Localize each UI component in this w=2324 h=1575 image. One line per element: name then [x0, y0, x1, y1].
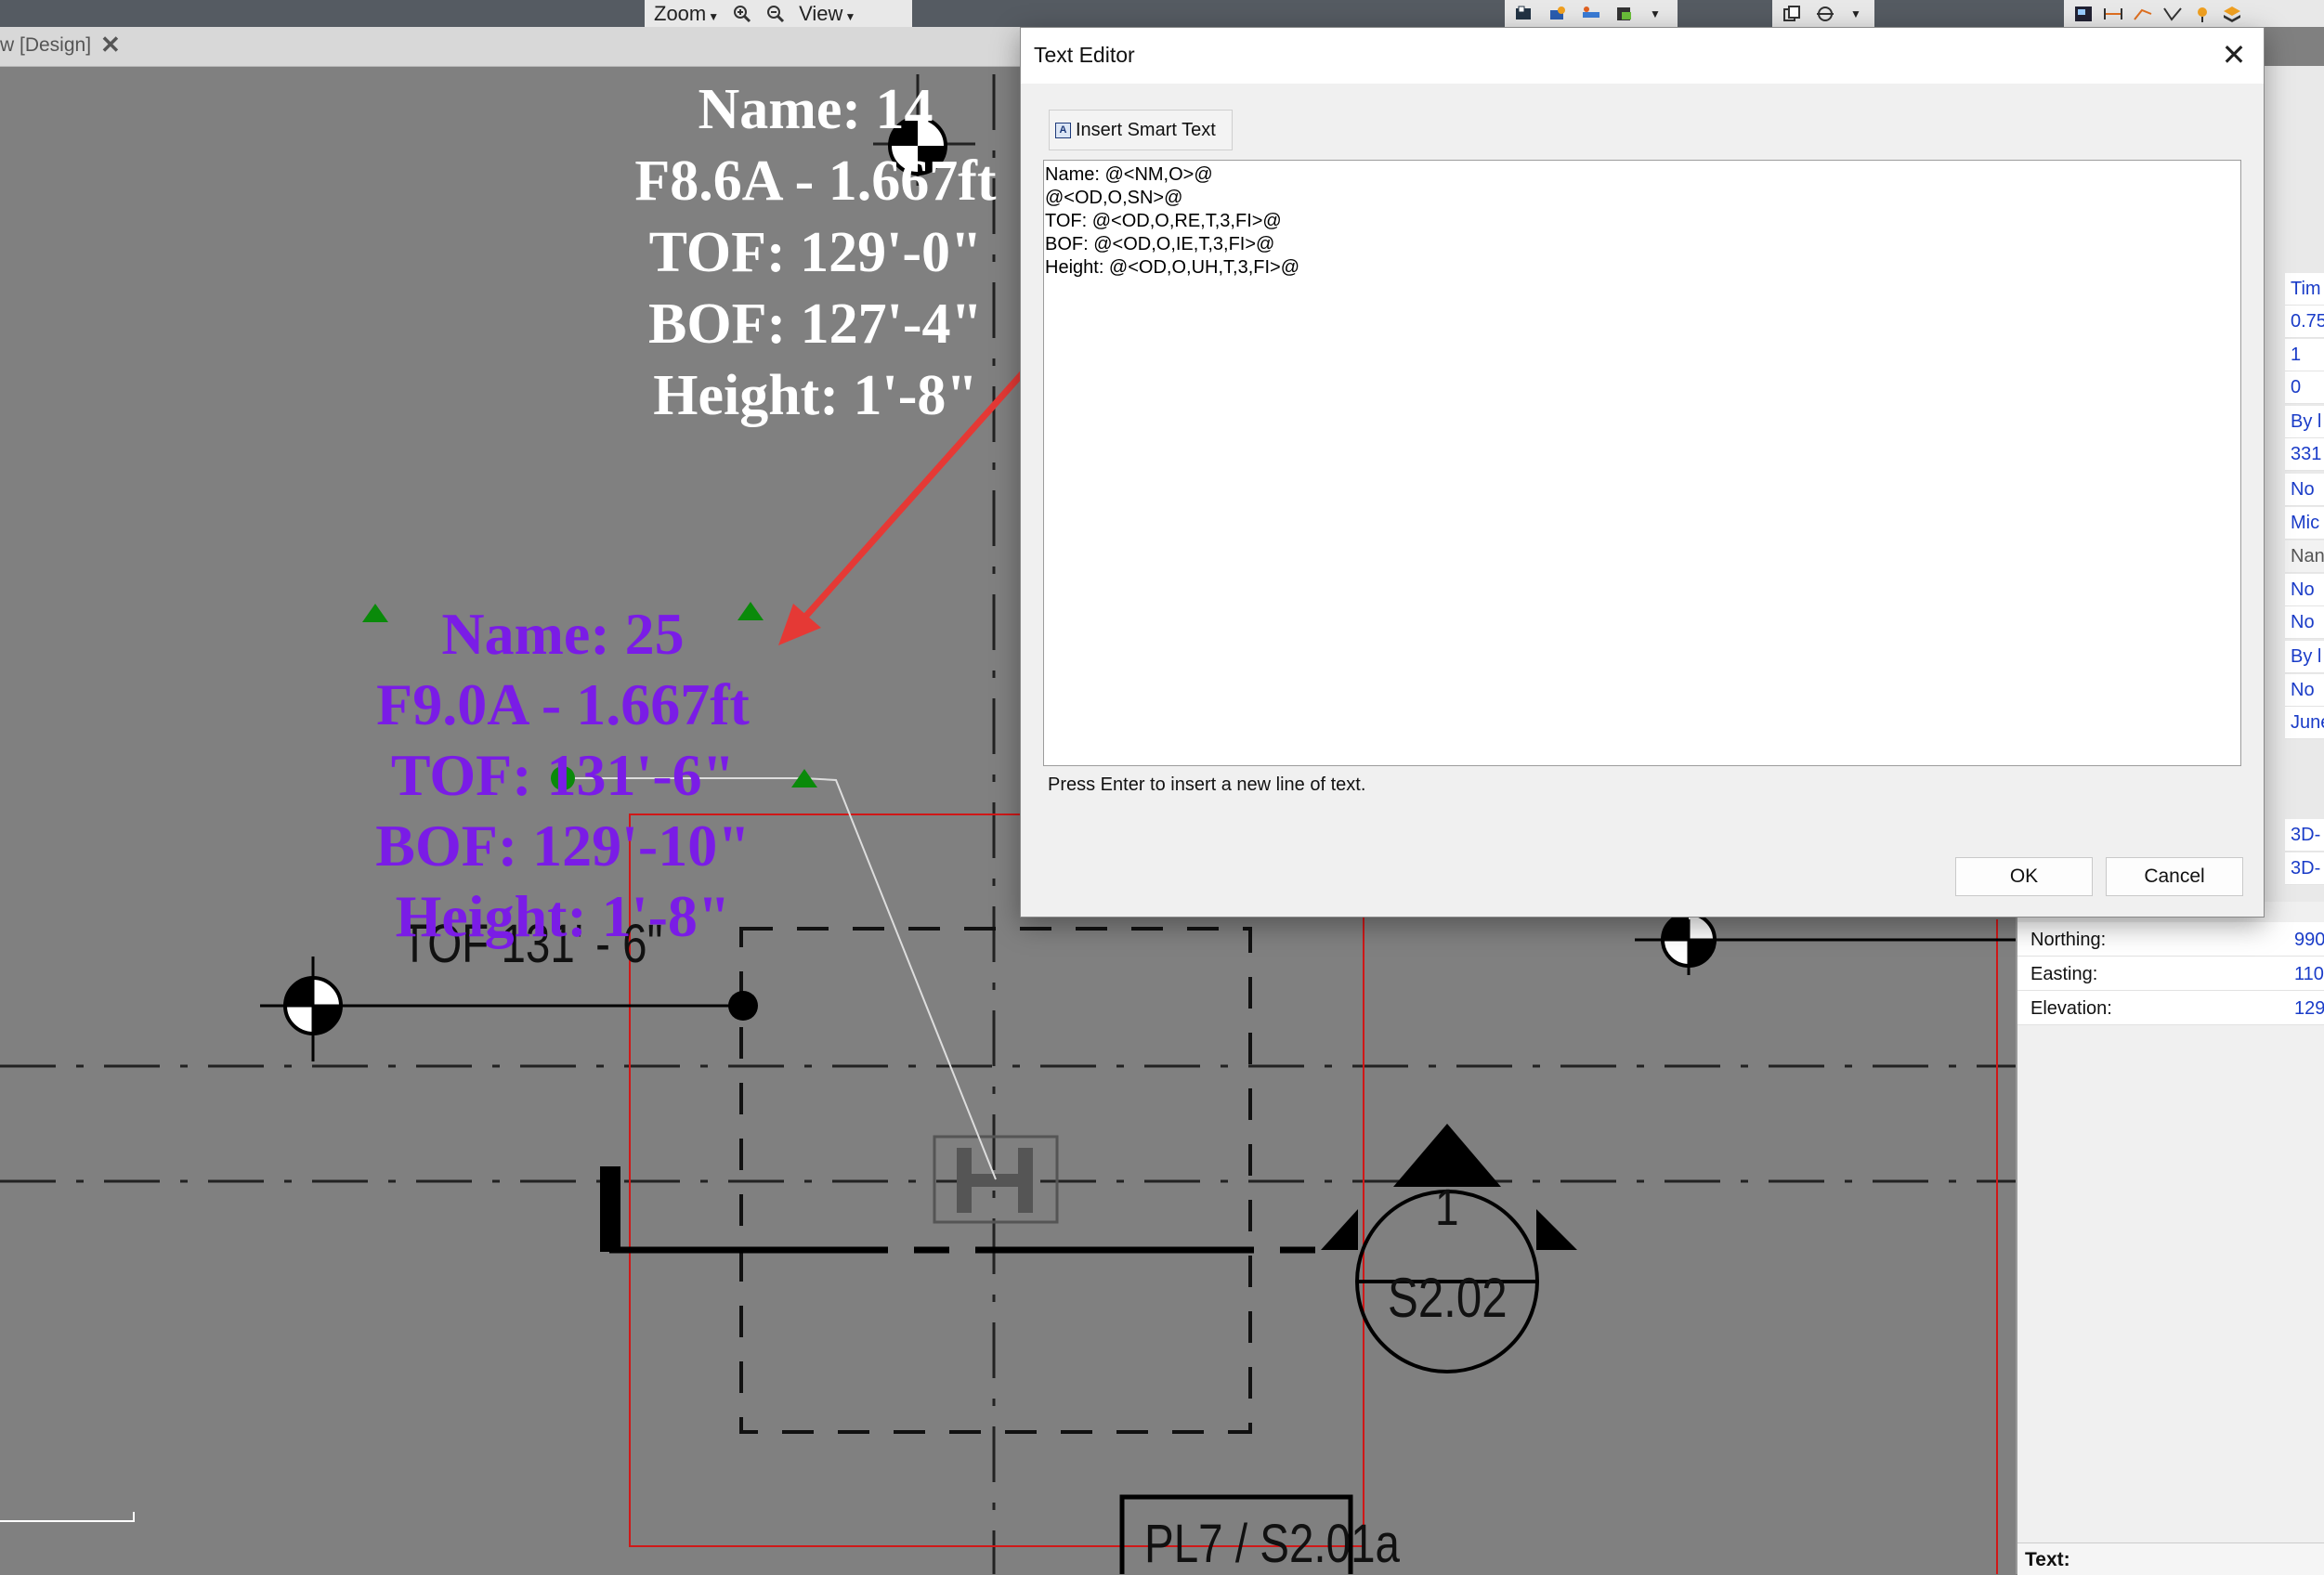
editor-hint-text: Press Enter to insert a new line of text… [1048, 774, 1366, 795]
text-editor-dialog: Text Editor ✕ A Insert Smart Text Name: … [1020, 27, 2265, 918]
point-icon[interactable] [2192, 5, 2213, 23]
chevron-down-icon: ▼ [844, 9, 856, 23]
label-line: TOF: 131'-6" [390, 742, 736, 808]
document-tab-strip: w [Design] ✕ [0, 27, 1031, 67]
view-menu[interactable]: View ▼ [799, 2, 855, 26]
editor-line: Height: @<OD,O,UH,T,3,FI>@ [1045, 257, 1300, 278]
property-value[interactable]: 990 [2294, 930, 2324, 951]
chevron-down-icon: ▼ [708, 9, 720, 23]
property-value[interactable]: By l [2285, 641, 2324, 673]
property-value[interactable]: 3D- [2285, 819, 2324, 852]
dialog-title: Text Editor [1034, 43, 1135, 67]
label-line: Height: 1'-8" [653, 364, 978, 427]
label-line: Name: 25 [441, 601, 685, 667]
label-line: Height: 1'-8" [395, 883, 731, 949]
zoom-label: Zoom [654, 1, 707, 25]
property-value[interactable]: Nan [2285, 540, 2324, 573]
property-label: Northing: [2030, 930, 2107, 950]
property-label: Elevation: [2030, 998, 2112, 1019]
property-value[interactable]: No [2285, 674, 2324, 707]
property-value[interactable]: Tim [2285, 273, 2324, 306]
insert-smart-text-label: Insert Smart Text [1076, 119, 1216, 140]
view-label: View [799, 1, 843, 25]
text-property-area: Text: [2017, 1542, 2324, 1575]
close-icon[interactable]: ✕ [2215, 37, 2252, 72]
smart-text-icon: A [1055, 122, 1071, 138]
section-cut [600, 1124, 1577, 1373]
elevation-marker-right [1635, 912, 2016, 975]
insert-smart-text-button[interactable]: A Insert Smart Text [1049, 110, 1233, 150]
label-line: BOF: 129'-10" [375, 813, 751, 879]
property-value[interactable]: 3D- [2285, 853, 2324, 885]
tools-icon[interactable] [1547, 5, 1568, 23]
command-icon[interactable] [2073, 5, 2094, 23]
layout-toolbar-group: ▼ [1505, 0, 1678, 27]
property-value[interactable]: 1 [2285, 339, 2324, 371]
equipment-icon[interactable] [1614, 5, 1635, 23]
layout-icon[interactable] [1514, 5, 1534, 23]
text-property-label: Text: [2025, 1549, 2070, 1570]
layers-icon[interactable] [2222, 5, 2242, 23]
path-icon[interactable] [2162, 5, 2183, 23]
property-value[interactable]: 0.75 [2285, 306, 2324, 338]
editor-line: TOF: @<OD,O,RE,T,3,FI>@ [1045, 211, 1282, 231]
label-line: BOF: 127'-4" [648, 293, 983, 356]
chevron-down-icon[interactable]: ▼ [1650, 7, 1661, 20]
property-value[interactable]: Mic [2285, 507, 2324, 540]
footing-label-selected[interactable]: Name: 25 F9.0A - 1.667ft TOF: 131'-6" BO… [321, 599, 804, 952]
label-line: F9.0A - 1.667ft [376, 671, 750, 737]
property-row-elevation[interactable]: Elevation: 129 [2017, 991, 2324, 1025]
text-editor-area[interactable]: Name: @<NM,O>@ @<OD,O,SN>@ TOF: @<OD,O,R… [1043, 160, 2241, 766]
property-label: Easting: [2030, 964, 2098, 984]
cancel-button[interactable]: Cancel [2106, 857, 2243, 896]
snap-toolbar-group: ▼ [1772, 0, 1874, 27]
property-value[interactable]: No [2285, 606, 2324, 639]
section-number: 1 [1435, 1178, 1459, 1236]
label-line: TOF: 129'-0" [648, 221, 983, 284]
snap-icon[interactable] [1815, 5, 1835, 23]
draw-toolbar-group [2064, 0, 2324, 27]
editor-line: @<OD,O,SN>@ [1045, 188, 1183, 208]
dialog-titlebar[interactable]: Text Editor ✕ [1021, 28, 2264, 84]
arrow-tool-icon[interactable] [2133, 5, 2153, 23]
footing-label-existing[interactable]: Name: 14 F8.6A - 1.667ft TOF: 129'-0" BO… [555, 74, 1076, 432]
label-line: F8.6A - 1.667ft [634, 150, 997, 213]
property-row-easting[interactable]: Easting: 110 [2017, 957, 2324, 991]
zoom-view-toolbar-group: Zoom ▼ View ▼ [645, 0, 912, 27]
property-value[interactable]: 129 [2294, 998, 2324, 1020]
chevron-down-icon[interactable]: ▼ [1850, 7, 1861, 20]
zoom-in-icon[interactable] [732, 5, 752, 23]
view-tab-label[interactable]: w [Design] [0, 34, 91, 57]
property-value[interactable]: 110 [2294, 964, 2324, 985]
property-value[interactable]: No [2285, 474, 2324, 506]
editor-line: BOF: @<OD,O,IE,T,3,FI>@ [1045, 234, 1275, 254]
property-value[interactable]: June [2285, 707, 2324, 739]
zoom-out-icon[interactable] [765, 5, 786, 23]
copy-icon[interactable] [1782, 5, 1802, 23]
property-value[interactable]: No [2285, 574, 2324, 606]
editor-line: Name: @<NM,O>@ [1045, 164, 1213, 185]
zoom-menu[interactable]: Zoom ▼ [654, 2, 719, 26]
property-value[interactable]: 0 [2285, 371, 2324, 404]
property-value[interactable]: 331 [2285, 438, 2324, 471]
tab-close-icon[interactable]: ✕ [100, 31, 121, 59]
dimension-icon[interactable] [2103, 5, 2123, 23]
property-row-northing[interactable]: Northing: 990 [2017, 922, 2324, 957]
label-line: Name: 14 [698, 78, 934, 141]
pipe-icon[interactable] [1581, 5, 1601, 23]
section-sheet: S2.02 [1388, 1267, 1508, 1329]
property-value[interactable]: By l [2285, 406, 2324, 438]
top-toolbar: Zoom ▼ View ▼ ▼ ▼ [0, 0, 2324, 27]
detail-tag-text: PL7 / S2.01a [1144, 1514, 1401, 1574]
ok-button[interactable]: OK [1955, 857, 2093, 896]
